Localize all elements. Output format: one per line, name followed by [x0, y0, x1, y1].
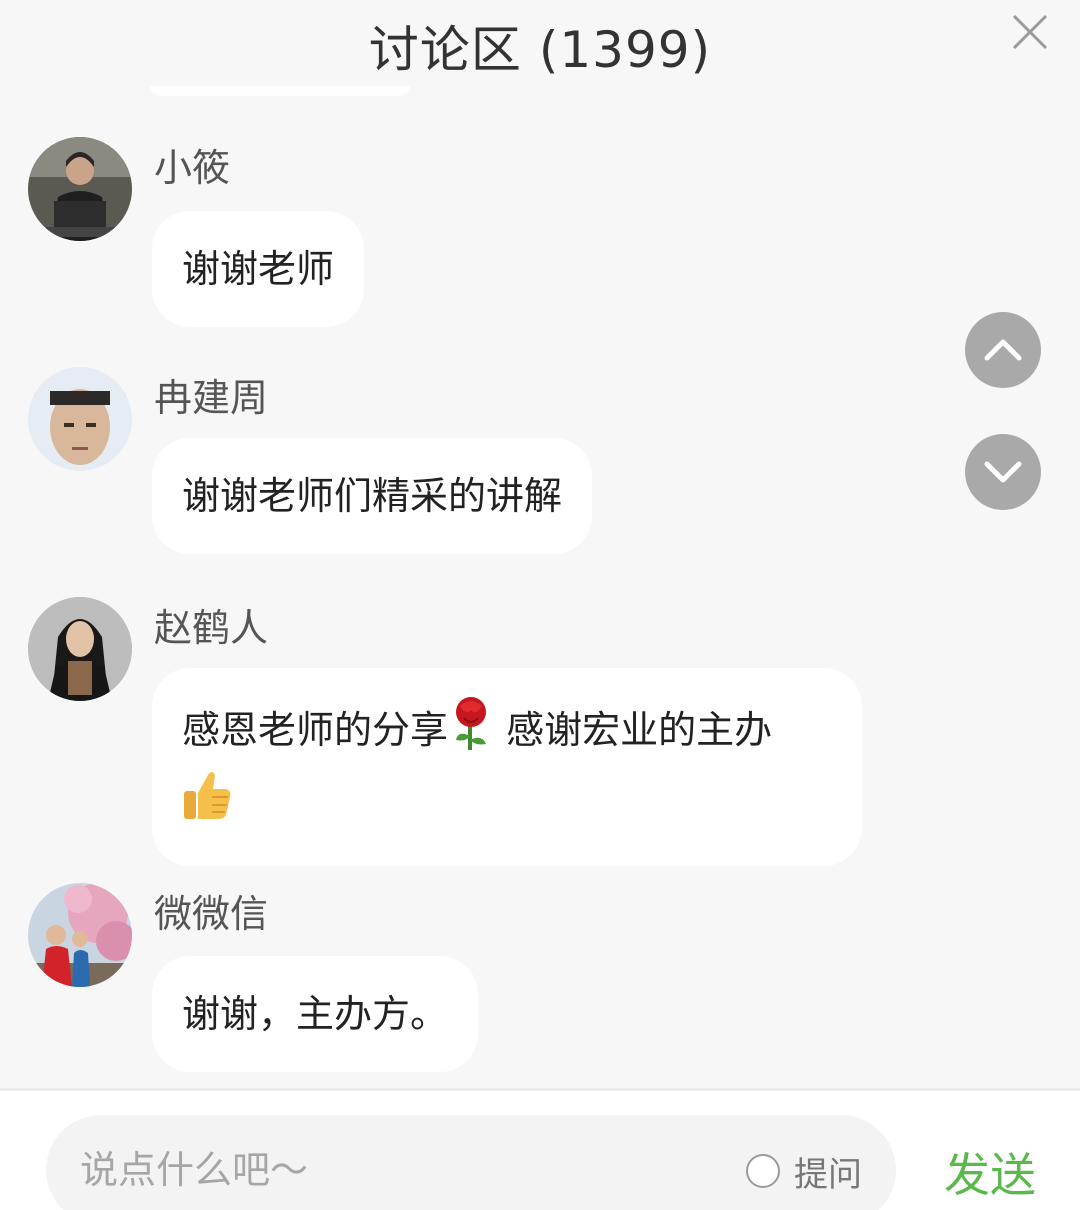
user-name: 冉建周 [154, 376, 269, 420]
message-text: 谢谢老师们精采的讲解 [182, 474, 563, 518]
compose-bar: 提问 发送 [0, 1091, 1080, 1210]
message-bubble[interactable]: 谢谢老师 [152, 211, 365, 327]
thumbs-up-emoji [182, 769, 232, 838]
chevron-up-icon [984, 339, 1022, 361]
avatar[interactable] [28, 367, 132, 471]
message-input-container[interactable]: 提问 [46, 1115, 896, 1210]
ask-label: 提问 [794, 1154, 862, 1195]
user-name: 微微信 [154, 892, 269, 936]
avatar[interactable] [28, 137, 132, 241]
avatar[interactable] [28, 597, 132, 701]
scroll-up-button[interactable] [965, 312, 1041, 388]
message-text-part-1: 感恩老师的分享 [182, 708, 449, 752]
avatar[interactable] [28, 883, 132, 987]
ask-radio[interactable] [746, 1154, 780, 1188]
message-input[interactable] [80, 1135, 720, 1205]
message-text-part-2: 感谢宏业的主办 [506, 708, 773, 752]
rose-emoji [448, 696, 494, 769]
message-text: 谢谢老师 [182, 247, 335, 291]
message-bubble[interactable]: 谢谢，主办方。 [152, 956, 479, 1072]
message-text: 谢谢，主办方。 [182, 992, 449, 1036]
message-bubble[interactable]: 感恩老师的分享 感谢宏业的主办 [152, 668, 862, 866]
user-name: 小筱 [154, 146, 231, 190]
chevron-down-icon [984, 461, 1022, 483]
user-name: 赵鹤人 [154, 606, 269, 650]
send-button[interactable]: 发送 [944, 1139, 1036, 1205]
ask-question-toggle[interactable]: 提问 [746, 1143, 862, 1199]
scroll-down-button[interactable] [965, 434, 1041, 510]
message-bubble[interactable]: 谢谢老师们精采的讲解 [152, 438, 593, 554]
message-list[interactable]: 小筱 谢谢老师 冉建周 谢谢老师们精采的讲解 赵鹤人 感恩老师的分享 感谢宏业的… [0, 0, 1080, 1090]
